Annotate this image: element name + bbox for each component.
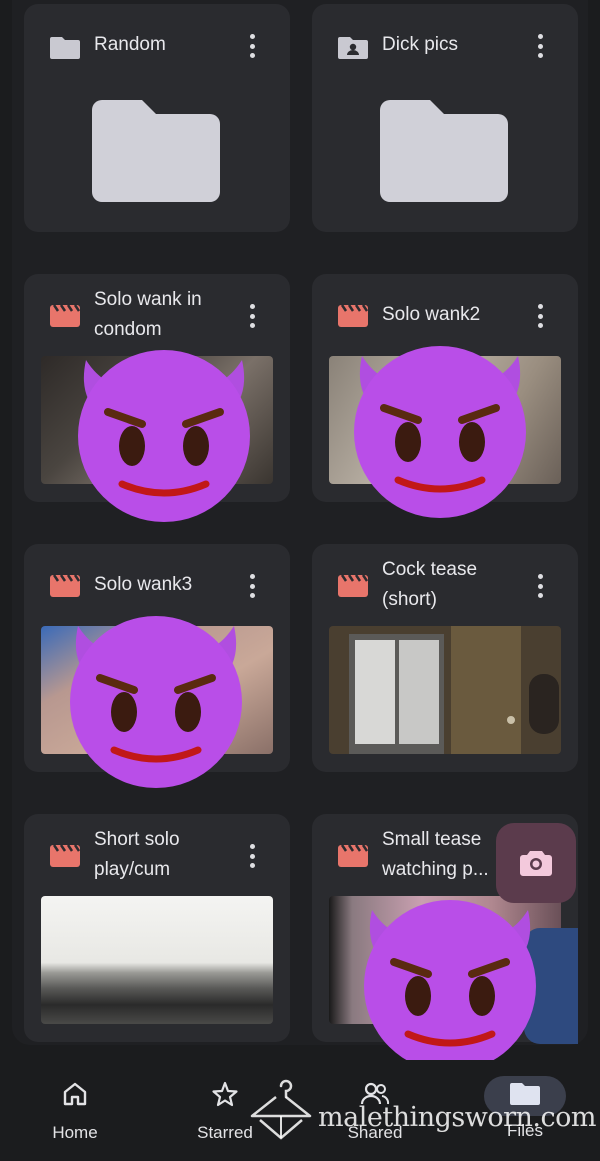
nav-home[interactable]: Home — [20, 1080, 130, 1143]
fan-shape — [529, 674, 559, 734]
hanger-logo-icon — [250, 1079, 312, 1140]
file-title: Short solo play/cum — [94, 829, 180, 880]
smiling-devil-emoji — [364, 900, 536, 1072]
watermark-text: malethingsworn.com — [318, 1102, 596, 1133]
folder-icon — [50, 37, 80, 59]
folder-icon — [92, 100, 220, 202]
video-icon — [50, 844, 80, 867]
door-shape — [451, 626, 521, 754]
more-options-icon[interactable] — [532, 571, 548, 601]
more-options-icon[interactable] — [532, 31, 548, 61]
video-card[interactable]: Short solo play/cum — [24, 814, 290, 1042]
folder-card-random[interactable]: Random — [24, 4, 290, 232]
video-icon — [50, 574, 80, 597]
home-icon — [63, 1082, 87, 1106]
file-title: Solo wank3 — [94, 574, 193, 595]
smiling-devil-emoji — [354, 346, 526, 518]
window-pane — [399, 640, 439, 744]
more-options-icon[interactable] — [532, 301, 548, 331]
folder-card-shared[interactable]: Dick pics — [312, 4, 578, 232]
video-thumbnail — [41, 896, 273, 1024]
folder-icon — [380, 100, 508, 202]
more-options-icon[interactable] — [244, 841, 260, 871]
smiling-devil-emoji — [78, 350, 250, 522]
door-knob — [507, 716, 515, 724]
video-icon — [50, 304, 80, 327]
video-card[interactable]: Cock tease (short) — [312, 544, 578, 772]
nav-label: Home — [52, 1123, 98, 1142]
more-options-icon[interactable] — [244, 31, 260, 61]
video-icon — [338, 844, 368, 867]
smiling-devil-emoji — [70, 616, 242, 788]
camera-icon — [520, 851, 552, 876]
window-pane — [355, 640, 395, 744]
more-options-icon[interactable] — [244, 571, 260, 601]
drive-files-screen: Random Dick pics Solo wank in condom Solo… — [0, 0, 600, 1161]
more-options-icon[interactable] — [244, 301, 260, 331]
shared-folder-icon — [338, 37, 368, 59]
star-icon — [212, 1081, 238, 1107]
watermark: malethingsworn.com — [246, 1076, 600, 1146]
video-icon — [338, 304, 368, 327]
file-title: Solo wank in condom — [94, 289, 202, 340]
video-thumbnail — [329, 626, 561, 754]
file-title: Random — [94, 34, 166, 55]
file-title: Solo wank2 — [382, 304, 481, 325]
file-title: Cock tease (short) — [382, 559, 478, 610]
file-title: Dick pics — [382, 34, 459, 55]
video-icon — [338, 574, 368, 597]
